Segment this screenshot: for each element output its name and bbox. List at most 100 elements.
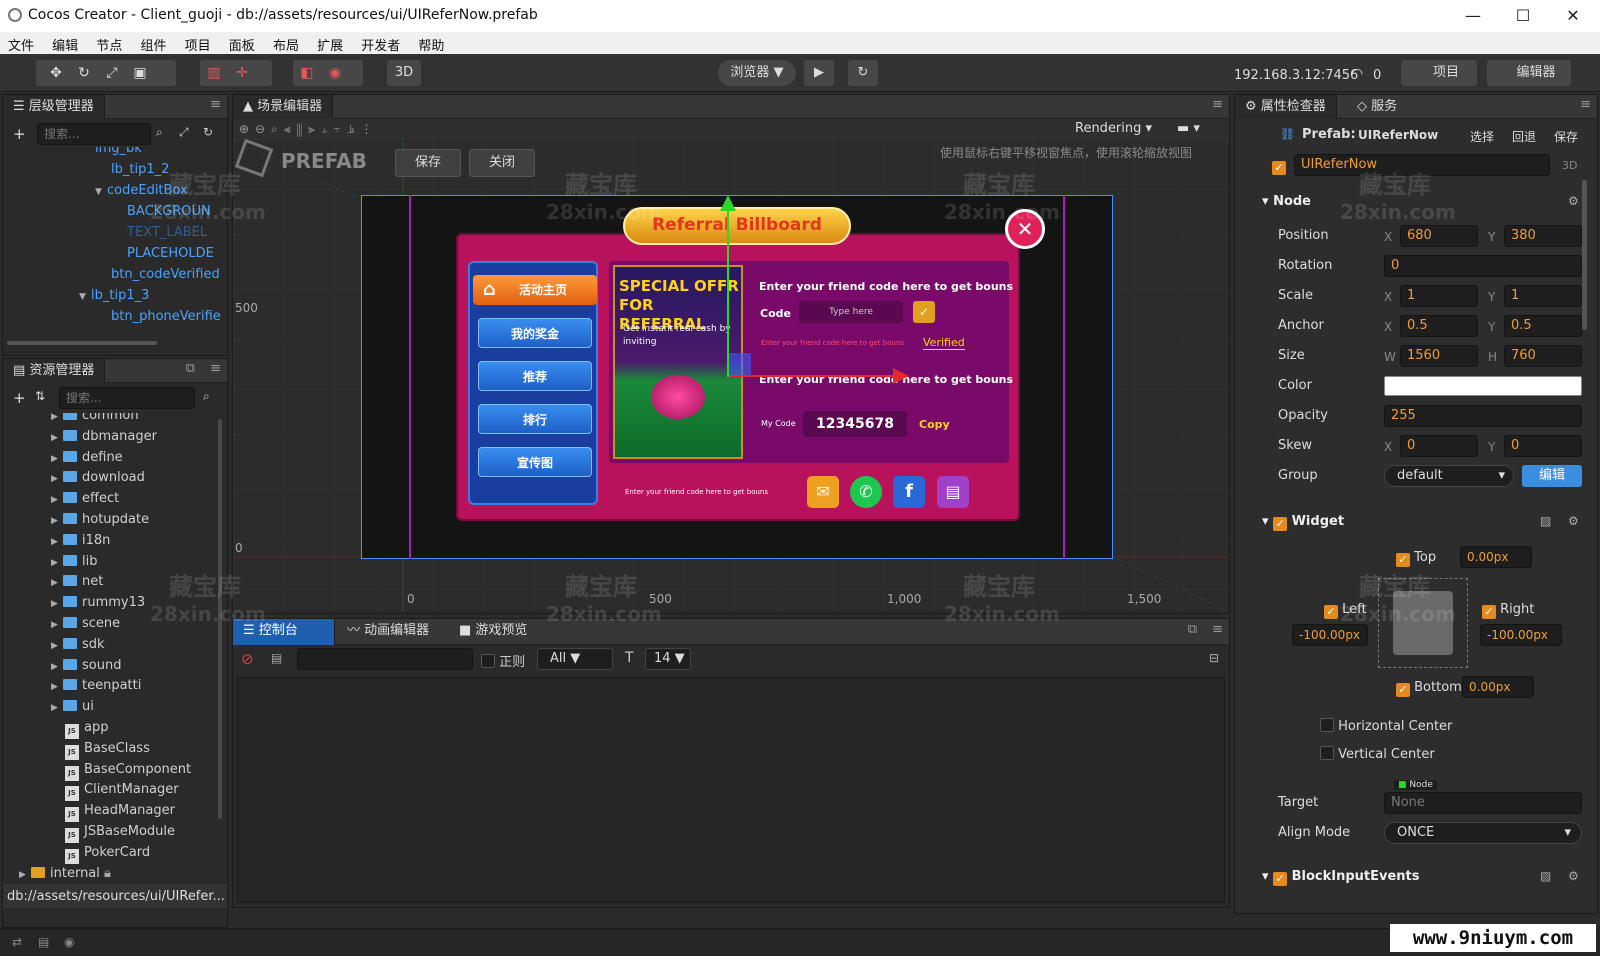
panel-menu-icon[interactable]: ≡ [1212,97,1223,112]
asset-folder[interactable]: ▶ ui [51,696,94,717]
copy-button[interactable]: Copy [919,418,950,431]
target-input[interactable]: None [1384,792,1582,814]
block-input-section-header[interactable]: ▾ ✓ BlockInputEvents [1262,865,1420,889]
menu-poster-button[interactable]: 宣传图 [478,447,592,477]
asset-folder[interactable]: ▶ rummy13 [51,592,145,613]
position-x-input[interactable]: 680 [1400,225,1478,247]
add-node-icon[interactable]: + [13,125,26,143]
font-size-select[interactable]: 14 ▼ [645,648,691,670]
panel-menu-icon[interactable]: ≡ [1580,97,1591,112]
node-section-header[interactable]: ▾ Node [1262,190,1311,214]
tree-node[interactable]: ▼ lb_tip1_3 [79,285,149,306]
close-window-button[interactable]: ✕ [1548,0,1598,32]
panel-menu-icon[interactable]: ≡ [210,361,221,376]
refresh-icon[interactable]: ↻ [203,125,213,139]
scene-canvas[interactable]: PREFAB 保存 关闭 使用鼠标右键平移视窗焦点，使用滚轮缩放视图 500 0… [233,139,1228,611]
tab-game-preview[interactable]: ■ 游戏预览 [449,619,537,643]
collapse-arrow-icon[interactable]: ▼ [79,287,91,308]
prefab-select-button[interactable]: 选择 [1470,128,1494,145]
tab-services[interactable]: ◇ 服务 [1347,95,1407,119]
tree-node[interactable]: btn_phoneVerifie [111,306,221,327]
local-icon[interactable]: ✛ [228,60,256,86]
tab-animation[interactable]: 〰 动画编辑器 [337,619,439,643]
h-scrollbar[interactable] [7,341,157,345]
open-project-button[interactable]: 项目 [1401,60,1477,86]
align-middle-icon[interactable]: ⫟ [334,122,347,136]
widget-right-input[interactable]: -100.00px [1480,624,1562,646]
snap-icon[interactable]: ◧ [293,60,321,86]
scale-x-input[interactable]: 1 [1400,285,1478,307]
widget-section-header[interactable]: ▾ ✓ Widget [1262,510,1344,534]
menu-edit[interactable]: 编辑 [52,32,78,54]
asset-folder[interactable]: ▶ sound [51,655,121,676]
asset-script[interactable]: JS app [65,717,108,739]
menu-component[interactable]: 组件 [140,32,166,54]
node-active-checkbox[interactable]: ✓ [1272,158,1286,175]
status-db-icon[interactable]: ▤ [38,935,49,949]
menu-node[interactable]: 节点 [96,32,122,54]
asset-folder[interactable]: ▶ define [51,447,123,468]
asset-script[interactable]: JS ClientManager [65,779,179,802]
asset-folder[interactable]: ▶ dbmanager [51,426,157,447]
tree-node-disabled[interactable]: TEXT_LABEL [127,222,207,243]
size-w-input[interactable]: 1560 [1400,345,1478,367]
group-edit-button[interactable]: 编辑 [1522,465,1582,487]
tab-hierarchy[interactable]: ☰ 层级管理器 [3,95,105,119]
vertical-center-checkbox[interactable] [1320,746,1334,760]
search-icon[interactable]: ⌕ [156,125,163,140]
align-left-icon[interactable]: ⫷ [284,122,297,136]
panel-menu-icon[interactable]: ≡ [1212,622,1223,637]
mail-share-icon[interactable]: ✉ [807,476,839,508]
record-icon[interactable]: ◉ [321,60,349,86]
align-mode-select[interactable]: ONCE ▾ [1384,822,1582,844]
rotation-input[interactable]: 0 [1384,255,1582,277]
inspector-scrollbar[interactable] [1582,180,1587,330]
settings-gear-icon[interactable]: ⚙ [1568,514,1579,528]
status-sync-icon[interactable]: ⇄ [12,935,22,949]
asset-folder[interactable]: ▶ scene [51,613,120,634]
clear-console-icon[interactable]: ⊘ [241,650,254,668]
prefab-close-button[interactable]: 关闭 [469,149,535,177]
gizmo-y-axis[interactable] [727,205,729,377]
scale-tool-icon[interactable]: ⤢ [98,60,126,86]
rendering-select[interactable]: Rendering ▾ [1075,121,1152,136]
block-input-enabled-checkbox[interactable]: ✓ [1273,872,1288,886]
expand-arrow-icon[interactable]: ▶ [19,865,31,883]
tree-node[interactable]: btn_codeVerified [111,264,220,285]
console-filter-input[interactable] [297,648,473,670]
anchor-x-input[interactable]: 0.5 [1400,315,1478,337]
play-icon[interactable]: ▶ [804,60,834,86]
assets-search-input[interactable]: 搜索... [59,387,195,409]
tree-node[interactable]: img_bk [95,147,142,159]
widget-top-input[interactable]: 0.00px [1460,546,1532,568]
zoom-reset-icon[interactable]: ⌕ [271,122,284,136]
asset-folder[interactable]: ▶ lib [51,551,97,572]
verified-link[interactable]: Verified [923,336,965,350]
prefab-save-button[interactable]: 保存 [1554,128,1578,145]
asset-folder[interactable]: ▶ teenpatti [51,675,141,696]
asset-folder[interactable]: ▶ hotupdate [51,509,149,530]
add-asset-icon[interactable]: + [13,389,26,407]
status-eye-icon[interactable]: ◉ [64,935,74,949]
sort-icon[interactable]: ⇅ [35,389,45,403]
anchor-y-input[interactable]: 0.5 [1504,315,1582,337]
menu-file[interactable]: 文件 [8,32,34,54]
collapse-arrow-icon[interactable]: ▼ [95,182,107,203]
expand-icon[interactable]: ⤢ [179,125,189,140]
help-doc-icon[interactable]: ▨ [1540,869,1551,883]
minimize-button[interactable]: — [1448,0,1498,32]
code-check-icon[interactable]: ✓ [913,301,935,323]
align-center-icon[interactable]: ⫼ [297,122,309,136]
console-output[interactable] [237,677,1225,903]
widget-bottom-input[interactable]: 0.00px [1462,676,1534,698]
refresh-icon[interactable]: ↻ [848,60,878,86]
open-editor-button[interactable]: 编辑器 [1487,60,1571,86]
panel-menu-icon[interactable]: ≡ [210,97,221,112]
settings-gear-icon[interactable]: ⚙ [1568,194,1579,208]
menu-help[interactable]: 帮助 [418,32,444,54]
menu-rank-button[interactable]: 排行 [478,404,592,434]
message-share-icon[interactable]: ▤ [937,476,969,508]
browser-select[interactable]: 浏览器 ▼ [718,60,796,86]
align-bottom-icon[interactable]: ⫡ [347,122,361,136]
popout-icon[interactable]: ⧉ [186,361,195,376]
